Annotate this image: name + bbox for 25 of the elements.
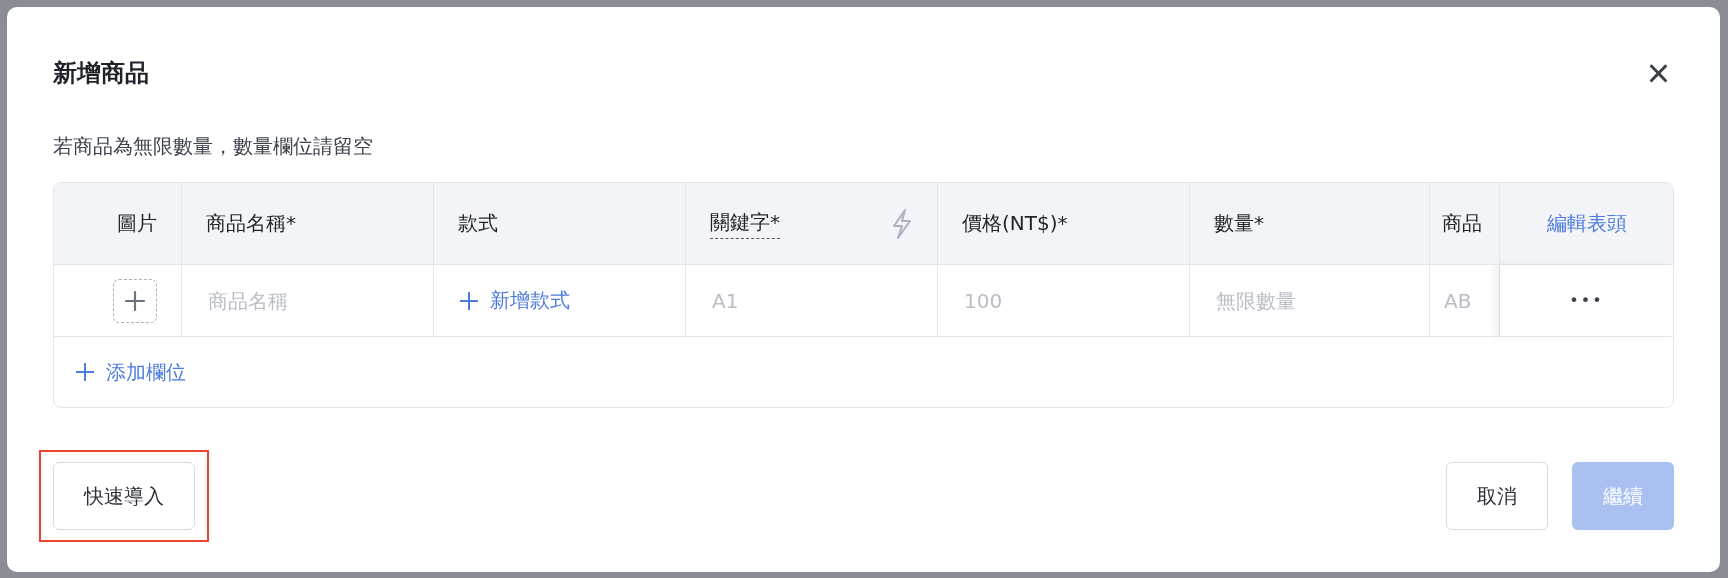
plus-icon xyxy=(123,288,147,313)
header-label: 商品名稱* xyxy=(206,210,296,237)
plus-icon xyxy=(74,361,96,383)
dialog-title: 新增商品 xyxy=(53,58,149,89)
header-label: 商品 xyxy=(1442,210,1482,237)
plus-icon xyxy=(458,289,480,312)
cell-input[interactable]: A1 xyxy=(710,287,913,314)
hint-text: 若商品為無限數量，數量欄位請留空 xyxy=(53,133,374,160)
header-label: 數量* xyxy=(1214,210,1264,237)
header-label: 價格(NT$)* xyxy=(962,210,1068,237)
cell-input[interactable]: 商品名稱 xyxy=(206,287,409,314)
cancel-button[interactable]: 取消 xyxy=(1446,462,1548,530)
add-field-link[interactable]: 添加欄位 xyxy=(74,358,186,386)
header-label: 關鍵字* xyxy=(710,208,780,239)
add-variant-link[interactable]: 新增款式 xyxy=(458,287,570,314)
cell-input[interactable]: 100 xyxy=(962,287,1165,314)
header-label: 款式 xyxy=(458,210,498,237)
close-button[interactable]: × xyxy=(1642,53,1674,93)
cell-input[interactable]: 無限數量 xyxy=(1214,287,1405,314)
cell-input[interactable]: AB xyxy=(1442,287,1499,314)
header-label: 圖片 xyxy=(117,210,157,237)
quick-import-button[interactable]: 快速導入 xyxy=(53,462,195,530)
image-upload-button[interactable] xyxy=(113,278,157,323)
row-menu-button[interactable]: ••• xyxy=(1500,265,1673,337)
edit-header-link[interactable]: 編輯表頭 xyxy=(1500,183,1673,265)
